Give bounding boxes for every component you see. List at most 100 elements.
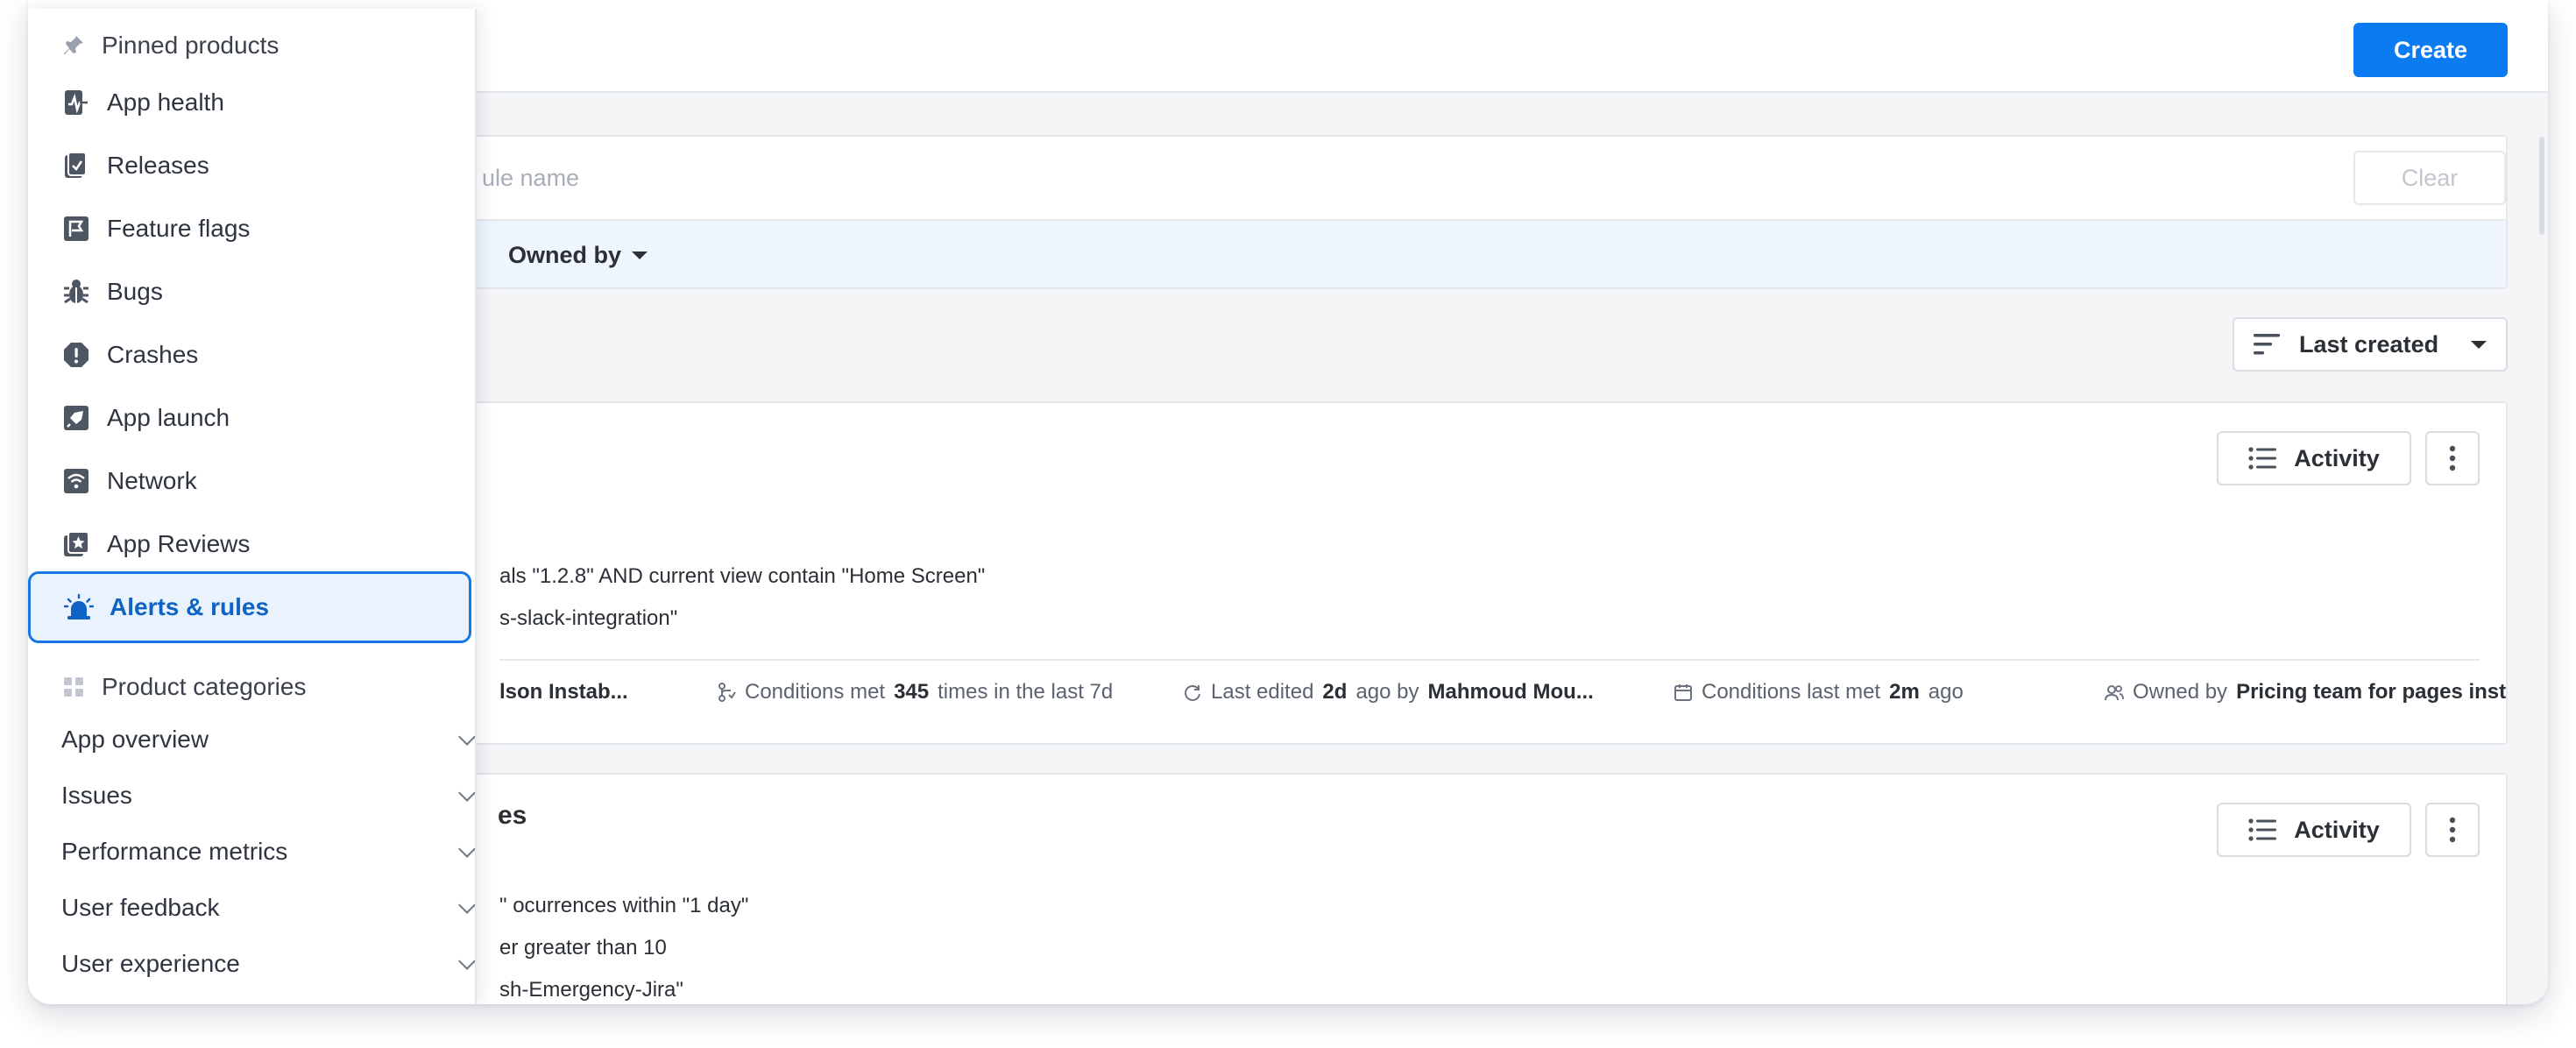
nav-item-label: Feature flags bbox=[107, 215, 251, 242]
activity-button[interactable]: Activity bbox=[2217, 803, 2411, 857]
chevron-down-icon bbox=[458, 840, 475, 858]
category-performance-metrics[interactable]: Performance metrics bbox=[61, 829, 475, 875]
nav-item-label: Releases bbox=[107, 152, 209, 179]
conditions-last-met-prefix: Conditions last met bbox=[1702, 680, 1881, 704]
category-label: User experience bbox=[61, 950, 240, 977]
product-categories-label: Product categories bbox=[102, 673, 307, 700]
sort-dropdown-label: Last created bbox=[2299, 330, 2439, 358]
sort-lines-icon bbox=[2254, 334, 2280, 355]
owned-by-filter[interactable]: Owned by bbox=[508, 221, 648, 289]
category-label: Issues bbox=[61, 782, 132, 809]
nav-item-app-health[interactable]: App health bbox=[61, 79, 475, 126]
pinned-products-label: Pinned products bbox=[102, 32, 280, 59]
grid-icon bbox=[64, 677, 83, 697]
crash-icon bbox=[61, 340, 91, 370]
rule-card: Activity als "1.2.8" AND current view co… bbox=[305, 401, 2508, 745]
reviews-star-icon bbox=[61, 529, 91, 559]
more-options-button[interactable] bbox=[2425, 431, 2480, 485]
filter-row: Owned by bbox=[307, 219, 2506, 287]
caret-down-icon bbox=[632, 251, 648, 259]
rule-action: s-slack-integration" bbox=[499, 606, 678, 630]
activity-list-icon bbox=[2248, 447, 2277, 470]
search-input[interactable] bbox=[307, 137, 2147, 219]
nav-item-crashes[interactable]: Crashes bbox=[61, 331, 475, 379]
category-label: User feedback bbox=[61, 894, 220, 921]
owned-by-filter-label: Owned by bbox=[508, 241, 622, 268]
last-edited-prefix: Last edited bbox=[1211, 680, 1314, 704]
nav-item-bugs[interactable]: Bugs bbox=[61, 268, 475, 315]
nav-item-alerts-rules[interactable]: Alerts & rules bbox=[28, 571, 471, 643]
category-user-feedback[interactable]: User feedback bbox=[61, 885, 475, 931]
scrollbar-thumb[interactable] bbox=[2539, 137, 2544, 235]
category-label: Performance metrics bbox=[61, 838, 288, 865]
nav-item-app-launch[interactable]: App launch bbox=[61, 394, 475, 442]
chevron-down-icon bbox=[458, 784, 475, 802]
creator-name: lson Instab... bbox=[499, 680, 628, 704]
rocket-icon bbox=[61, 403, 91, 433]
nav-item-label: Crashes bbox=[107, 341, 199, 368]
create-button[interactable]: Create bbox=[2353, 23, 2508, 77]
releases-icon bbox=[61, 151, 91, 181]
sort-dropdown[interactable]: Last created bbox=[2233, 317, 2508, 372]
app-window: Create Clear Owned by Last created bbox=[28, 0, 2548, 1004]
rule-condition: " ocurrences within "1 day" bbox=[499, 894, 749, 917]
alarm-icon bbox=[64, 592, 94, 622]
last-edited-mid: ago by bbox=[1355, 680, 1419, 704]
clear-button[interactable]: Clear bbox=[2353, 151, 2506, 205]
network-icon bbox=[61, 466, 91, 496]
rule-meta-row: lson Instab... Conditions met 345 times … bbox=[307, 680, 2506, 712]
app-health-icon bbox=[61, 88, 91, 117]
conditions-met-stat: Conditions met 345 times in the last 7d bbox=[717, 680, 1113, 705]
conditions-met-suffix: times in the last 7d bbox=[938, 680, 1114, 704]
last-edited-value: 2d bbox=[1322, 680, 1348, 704]
conditions-last-met-value: 2m bbox=[1889, 680, 1920, 704]
nav-item-feature-flags[interactable]: Feature flags bbox=[61, 205, 475, 252]
activity-button-label: Activity bbox=[2294, 816, 2380, 843]
nav-item-label: App Reviews bbox=[107, 530, 251, 557]
nav-item-label: Alerts & rules bbox=[110, 593, 270, 620]
category-issues[interactable]: Issues bbox=[61, 773, 475, 818]
product-categories-header: Product categories bbox=[61, 673, 306, 701]
nav-item-network[interactable]: Network bbox=[61, 457, 475, 505]
last-edited-stat: Last edited 2d ago by Mahmoud Mou... bbox=[1183, 680, 1594, 705]
rule-card: es Activity " ocurrences within "1 day" … bbox=[305, 773, 2508, 1004]
refresh-icon bbox=[1185, 685, 1200, 701]
activity-button-label: Activity bbox=[2294, 444, 2380, 471]
calendar-icon bbox=[1674, 684, 1692, 701]
owned-by-value: Pricing team for pages inst... bbox=[2236, 680, 2508, 704]
conditions-met-prefix: Conditions met bbox=[745, 680, 886, 704]
conditions-last-met-stat: Conditions last met 2m ago bbox=[1674, 680, 1964, 705]
nav-item-label: Network bbox=[107, 467, 197, 494]
branch-icon bbox=[718, 683, 736, 702]
activity-list-icon bbox=[2248, 818, 2277, 841]
nav-item-releases[interactable]: Releases bbox=[61, 142, 475, 189]
nav-item-label: App launch bbox=[107, 404, 230, 431]
bug-icon bbox=[61, 277, 91, 307]
rule-action: sh-Emergency-Jira" bbox=[499, 978, 683, 1002]
conditions-last-met-suffix: ago bbox=[1928, 680, 1964, 704]
rule-condition: als "1.2.8" AND current view contain "Ho… bbox=[499, 564, 986, 588]
card-divider bbox=[499, 659, 2480, 661]
nav-menu: Pinned products App health Releases Feat… bbox=[28, 9, 477, 1004]
category-app-overview[interactable]: App overview bbox=[61, 717, 475, 762]
conditions-met-count: 345 bbox=[894, 680, 930, 704]
rule-condition: er greater than 10 bbox=[499, 936, 667, 959]
caret-down-icon bbox=[2471, 340, 2487, 349]
chevron-down-icon bbox=[458, 728, 475, 746]
team-icon bbox=[2105, 685, 2124, 701]
nav-item-label: Bugs bbox=[107, 278, 163, 305]
rule-title: es bbox=[498, 801, 527, 830]
nav-item-app-reviews[interactable]: App Reviews bbox=[61, 520, 475, 568]
nav-item-label: App health bbox=[107, 89, 224, 116]
chevron-down-icon bbox=[458, 896, 475, 914]
category-user-experience[interactable]: User experience bbox=[61, 941, 475, 987]
more-options-button[interactable] bbox=[2425, 803, 2480, 857]
flag-icon bbox=[61, 214, 91, 244]
last-edited-by: Mahmoud Mou... bbox=[1427, 680, 1594, 704]
search-filter-panel: Clear Owned by bbox=[305, 135, 2508, 289]
pinned-products-header: Pinned products bbox=[61, 32, 279, 60]
activity-button[interactable]: Activity bbox=[2217, 431, 2411, 485]
vertical-dots-icon bbox=[2449, 445, 2456, 471]
category-label: App overview bbox=[61, 726, 209, 753]
pin-icon bbox=[64, 36, 83, 54]
